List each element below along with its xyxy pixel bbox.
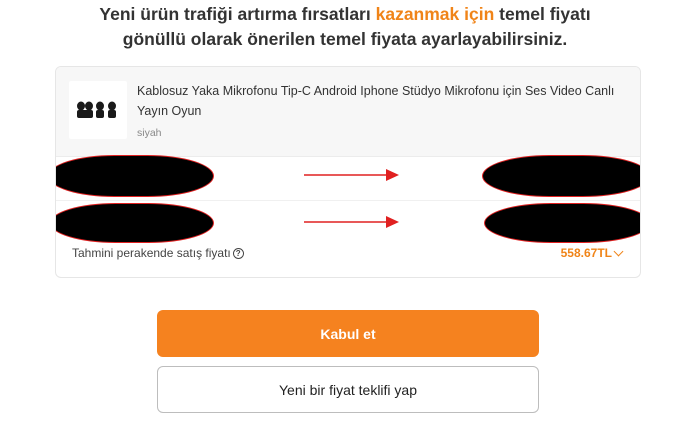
- headline: Yeni ürün trafiği artırma fırsatları kaz…: [0, 2, 690, 52]
- headline-line-2: gönüllü olarak önerilen temel fiyata aya…: [122, 29, 568, 49]
- estimate-label: Tahmini perakende satış fiyatı ?: [72, 246, 244, 260]
- accept-button[interactable]: Kabul et: [157, 310, 539, 357]
- new-offer-button[interactable]: Yeni bir fiyat teklifi yap: [157, 366, 539, 413]
- product-title: Kablosuz Yaka Mikrofonu Tip-C Android Ip…: [137, 84, 615, 118]
- redacted-current-price-2: [56, 203, 214, 243]
- redacted-current-price-1: [56, 155, 214, 197]
- price-row-1: [56, 155, 640, 201]
- arrow-right-icon: [304, 216, 399, 228]
- redacted-new-price-2: [484, 203, 640, 243]
- arrow-right-icon: [304, 169, 399, 181]
- price-row-2: [56, 201, 640, 245]
- estimate-value[interactable]: 558.67TL: [561, 246, 624, 260]
- chevron-down-icon: [613, 246, 624, 256]
- headline-line-1: Yeni ürün trafiği artırma fırsatları kaz…: [99, 4, 591, 24]
- help-circle-icon[interactable]: ?: [232, 247, 244, 259]
- lavalier-microphone-icon: [77, 101, 116, 118]
- redacted-new-price-1: [482, 155, 640, 197]
- price-adjustment-card: Kablosuz Yaka Mikrofonu Tip-C Android Ip…: [55, 66, 641, 278]
- product-row: Kablosuz Yaka Mikrofonu Tip-C Android Ip…: [56, 67, 640, 157]
- estimate-row: Tahmini perakende satış fiyatı ? 558.67T…: [56, 243, 640, 277]
- product-variant: siyah: [137, 127, 162, 139]
- headline-accent: kazanmak için: [375, 4, 495, 24]
- product-thumbnail: [69, 81, 127, 139]
